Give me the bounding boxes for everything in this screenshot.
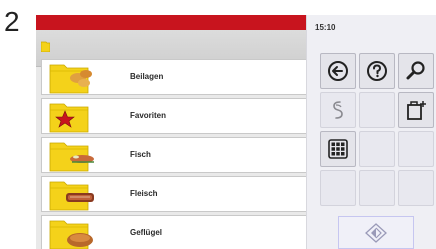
grid-view-button[interactable]: [320, 131, 356, 167]
top-accent-bar: [36, 15, 306, 30]
list-item-label: Favoriten: [130, 111, 167, 120]
search-icon: [406, 61, 425, 80]
folder-path-icon: [41, 41, 50, 52]
folder-fish-icon: [49, 142, 94, 172]
list-item-fisch[interactable]: Fisch: [41, 137, 306, 173]
empty-slot-button: [359, 170, 395, 206]
grid-icon: [328, 139, 348, 159]
start-icon: [365, 222, 387, 243]
start-button[interactable]: [338, 216, 414, 249]
folder-potatoes-icon: [49, 64, 92, 94]
new-folder-button[interactable]: [398, 92, 434, 128]
back-button[interactable]: [320, 53, 356, 89]
list-item-gefluegel[interactable]: Geflügel: [41, 215, 306, 249]
script-button[interactable]: [320, 92, 356, 128]
list-item-fleisch[interactable]: Fleisch: [41, 176, 306, 212]
list-item-label: Geflügel: [130, 228, 163, 237]
list-item-label: Fisch: [130, 150, 151, 159]
folder-poultry-icon: [49, 220, 93, 249]
empty-slot-button: [320, 170, 356, 206]
clock: 15:10: [315, 23, 336, 32]
back-arrow-icon: [328, 61, 348, 81]
search-button[interactable]: [398, 53, 434, 89]
list-item-label: Fleisch: [130, 189, 158, 198]
list-item-favoriten[interactable]: Favoriten: [41, 98, 306, 134]
step-number: 2: [4, 6, 20, 37]
list-item-label: Beilagen: [130, 72, 164, 81]
empty-slot-button: [359, 92, 395, 128]
help-icon: [367, 61, 387, 81]
folder-meat-icon: [49, 181, 94, 211]
recipe-folder-list: Beilagen Favoriten Fisch Fleisch Geflüge…: [36, 15, 306, 249]
script-icon: [333, 101, 343, 119]
new-folder-icon: [407, 101, 426, 120]
empty-slot-button: [398, 131, 434, 167]
folder-star-icon: [49, 103, 89, 133]
empty-slot-button: [359, 131, 395, 167]
help-button[interactable]: [359, 53, 395, 89]
control-panel: 15:10: [306, 15, 436, 249]
list-item-beilagen[interactable]: Beilagen: [41, 59, 306, 95]
empty-slot-button: [398, 170, 434, 206]
